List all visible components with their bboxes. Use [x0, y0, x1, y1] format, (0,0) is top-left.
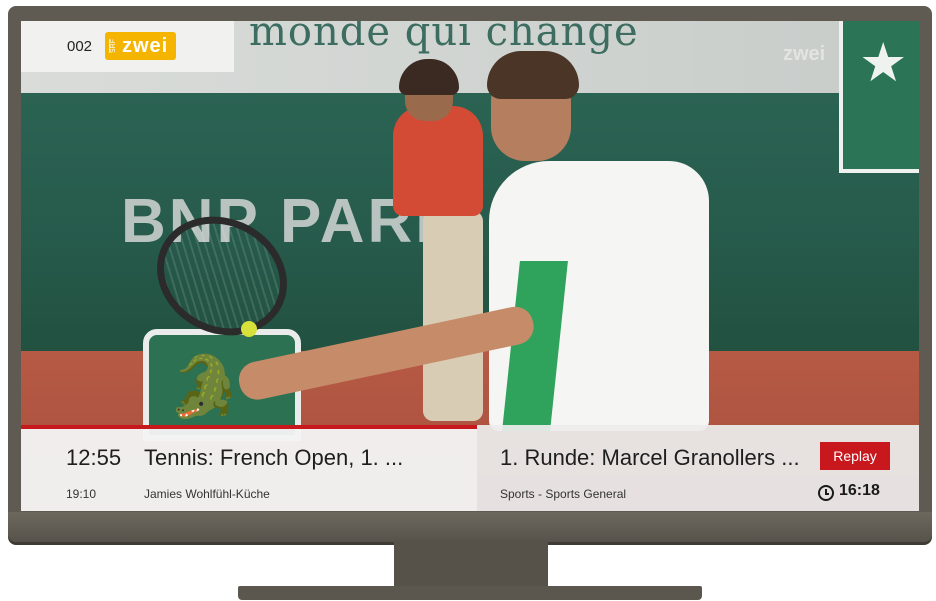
channel-number: 002 — [67, 38, 93, 55]
court-banner-text: monde qui change — [249, 21, 639, 55]
now-playing-title[interactable]: Tennis: French Open, 1. ... — [144, 445, 403, 471]
channel-logo-name: zwei — [122, 34, 169, 57]
star-icon: ★ — [859, 33, 908, 93]
up-next-time: 19:10 — [66, 487, 97, 501]
line-judge-shirt — [393, 106, 483, 216]
program-info-bar: 12:55 Tennis: French Open, 1. ... 19:10 … — [21, 425, 919, 511]
tv-stand-base — [238, 586, 702, 600]
program-genre: Sports - Sports General — [500, 487, 627, 501]
channel-watermark: zwei — [783, 43, 826, 65]
up-next-title[interactable]: Jamies Wohlfühl-Küche — [144, 487, 270, 501]
crocodile-icon: 🐊 — [167, 353, 242, 420]
tv-stand-neck — [394, 540, 548, 590]
program-detail-panel: 1. Runde: Marcel Granollers ... Sports -… — [477, 425, 919, 511]
channel-badge: 002 SRF zwei — [21, 21, 234, 72]
episode-title: 1. Runde: Marcel Granollers ... — [500, 445, 800, 470]
current-time: 16:18 — [839, 482, 880, 499]
now-playing-time: 12:55 — [66, 445, 122, 470]
channel-logo-prefix: SRF — [109, 39, 119, 53]
tennis-ball — [241, 321, 257, 337]
schedule-panel: 12:55 Tennis: French Open, 1. ... 19:10 … — [21, 425, 477, 511]
channel-logo: SRF zwei — [105, 32, 177, 60]
program-progress-bar — [21, 425, 477, 429]
player-hair — [487, 51, 579, 99]
replay-button[interactable]: Replay — [820, 442, 890, 470]
tv-screen: monde qui change BNP PARIB ★ 🐊 zwei 002 … — [21, 21, 919, 511]
clock-icon — [818, 485, 834, 501]
